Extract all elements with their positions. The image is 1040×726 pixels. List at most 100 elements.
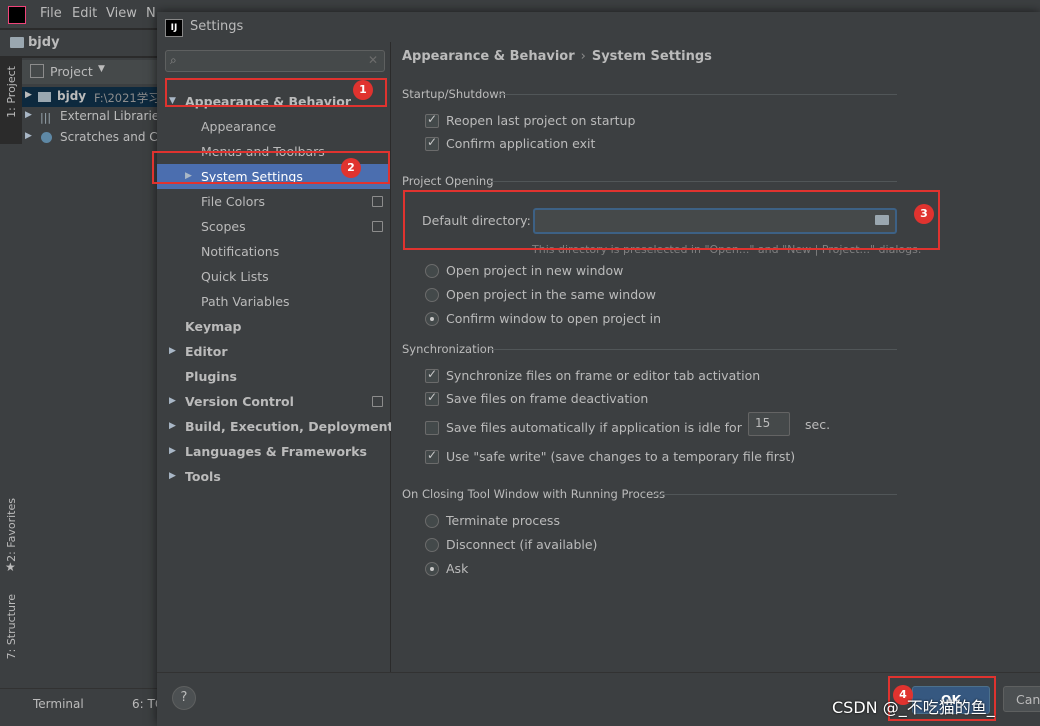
nav-item-plugins[interactable]: Plugins [157, 364, 390, 389]
nav-item-keymap[interactable]: Keymap [157, 314, 390, 339]
nav-item-editor[interactable]: ▶ Editor [157, 339, 390, 364]
option-label: Reopen last project on startup [446, 113, 636, 128]
watermark: CSDN @_不吃猫的鱼_ [832, 698, 995, 717]
cancel-button[interactable]: Canc [1003, 686, 1040, 712]
ide-project-name[interactable]: bjdy [28, 35, 60, 50]
option-label: Synchronize files on frame or editor tab… [446, 368, 761, 383]
expand-arrow-icon[interactable]: ▶ [169, 414, 176, 439]
tree-item-external-libraries[interactable]: ▶ ||| External Librarie [22, 107, 160, 127]
nav-item-label: File Colors [201, 194, 266, 209]
nav-item-build-execution-deployment[interactable]: ▶ Build, Execution, Deployment [157, 414, 394, 439]
nav-item-notifications[interactable]: Notifications [157, 239, 390, 264]
nav-item-version-control[interactable]: ▶ Version Control [157, 389, 390, 414]
help-button[interactable]: ? [172, 686, 196, 710]
project-panel [22, 58, 160, 688]
section-divider [653, 494, 897, 495]
nav-item-label: Build, Execution, Deployment [185, 419, 394, 434]
nav-item-file-colors[interactable]: File Colors [157, 189, 390, 214]
settings-content: Appearance & Behavior › System Settings St… [391, 42, 1040, 672]
radio-button[interactable] [425, 562, 439, 576]
module-folder-icon [38, 92, 51, 102]
section-title-closing: On Closing Tool Window with Running Proc… [402, 487, 666, 501]
nav-item-appearance[interactable]: Appearance [157, 114, 390, 139]
breadcrumb-parent[interactable]: Appearance & Behavior [402, 49, 575, 64]
option-label: Terminate process [446, 513, 560, 528]
tree-item-path: F:\2021学习 [94, 91, 160, 105]
radio-button[interactable] [425, 288, 439, 302]
annotation-number-1: 1 [353, 80, 373, 100]
nav-item-tools[interactable]: ▶ Tools [157, 464, 390, 489]
nav-item-label: Quick Lists [201, 269, 269, 284]
menu-view[interactable]: View [106, 6, 137, 21]
project-view-selector[interactable]: Project [50, 64, 93, 79]
project-level-icon [372, 396, 383, 407]
option-label: Ask [446, 561, 469, 576]
option-label: Open project in the same window [446, 287, 657, 302]
checkbox[interactable] [425, 421, 439, 435]
section-title-project-opening: Project Opening [402, 174, 494, 188]
expand-arrow-icon[interactable]: ▶ [169, 389, 176, 414]
settings-search-input[interactable]: ⌕ ✕ [165, 50, 385, 72]
project-tool-tab[interactable]: 1: Project [0, 58, 22, 144]
option-label: Confirm application exit [446, 136, 596, 151]
project-level-icon [372, 196, 383, 207]
dialog-titlebar[interactable]: IJ Settings [157, 12, 1040, 42]
checkbox[interactable] [425, 390, 439, 406]
structure-tool-tab[interactable]: 7: Structure [5, 594, 18, 659]
idle-seconds-unit: sec. [805, 417, 831, 432]
menu-edit[interactable]: Edit [72, 6, 97, 21]
nav-item-label: Appearance [201, 119, 277, 134]
menu-navigate[interactable]: N [146, 6, 156, 21]
idle-seconds-input[interactable]: 15 [748, 412, 790, 436]
expand-arrow-icon[interactable]: ▶ [169, 439, 176, 464]
scratches-icon [41, 132, 52, 143]
intellij-logo-icon: IJ [165, 19, 183, 37]
star-icon: ★ [5, 560, 16, 574]
search-icon: ⌕ [170, 53, 177, 67]
nav-item-label: Notifications [201, 244, 280, 259]
section-divider [489, 349, 897, 350]
tree-item-project-root[interactable]: ▶ bjdy F:\2021学习 [22, 87, 160, 107]
nav-item-label: Editor [185, 344, 228, 359]
checkbox[interactable] [425, 367, 439, 383]
project-panel-header: Project ▼ [22, 60, 160, 84]
checkbox[interactable] [425, 448, 439, 464]
radio-button[interactable] [425, 514, 439, 528]
nav-item-label: Keymap [185, 319, 242, 334]
section-title-startup: Startup/Shutdown [402, 87, 506, 101]
checkbox[interactable] [425, 112, 439, 128]
radio-button[interactable] [425, 312, 439, 326]
expand-arrow-icon[interactable]: ▶ [25, 90, 32, 100]
option-label: Save files on frame deactivation [446, 391, 649, 406]
menu-file[interactable]: File [40, 6, 62, 21]
libraries-icon: ||| [40, 111, 52, 124]
terminal-tab[interactable]: Terminal [33, 697, 84, 711]
idle-seconds-value: 15 [755, 416, 771, 430]
nav-item-scopes[interactable]: Scopes [157, 214, 390, 239]
nav-item-label: Tools [185, 469, 221, 484]
folder-icon [10, 37, 24, 48]
favorites-tool-tab[interactable]: 2: Favorites [5, 498, 18, 562]
nav-item-path-variables[interactable]: Path Variables [157, 289, 390, 314]
option-label: Disconnect (if available) [446, 537, 598, 552]
nav-item-quick-lists[interactable]: Quick Lists [157, 264, 390, 289]
tree-item-label: Scratches and C [60, 130, 158, 144]
nav-item-label: Languages & Frameworks [185, 444, 367, 459]
expand-arrow-icon[interactable]: ▶ [169, 339, 176, 364]
expand-arrow-icon[interactable]: ▶ [169, 464, 176, 489]
breadcrumb-separator: › [580, 49, 586, 64]
breadcrumb: Appearance & Behavior › System Settings [402, 49, 712, 64]
expand-arrow-icon[interactable]: ▶ [25, 110, 32, 120]
nav-item-languages-frameworks[interactable]: ▶ Languages & Frameworks [157, 439, 390, 464]
annotation-number-3: 3 [914, 204, 934, 224]
radio-button[interactable] [425, 264, 439, 278]
option-label: Open project in new window [446, 263, 624, 278]
clear-search-icon[interactable]: ✕ [368, 53, 378, 67]
tree-item-scratches[interactable]: ▶ Scratches and C [22, 128, 160, 148]
option-label: Confirm window to open project in [446, 311, 662, 326]
radio-button[interactable] [425, 538, 439, 552]
section-divider [498, 94, 897, 95]
expand-arrow-icon[interactable]: ▶ [25, 131, 32, 141]
checkbox[interactable] [425, 135, 439, 151]
chevron-down-icon[interactable]: ▼ [98, 64, 105, 74]
